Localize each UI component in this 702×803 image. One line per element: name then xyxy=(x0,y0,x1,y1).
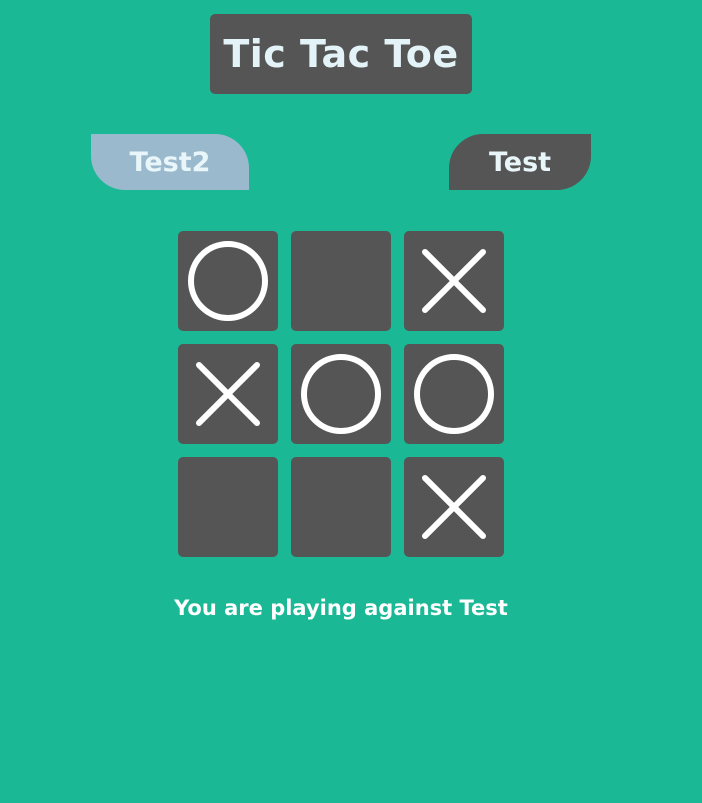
x-mark-icon xyxy=(196,362,260,426)
board-cell-2-2[interactable] xyxy=(291,344,391,444)
board-cell-1-3[interactable] xyxy=(404,231,504,331)
board-cell-2-3[interactable] xyxy=(404,344,504,444)
x-mark-icon xyxy=(422,249,486,313)
game-board xyxy=(178,231,504,557)
board-cell-2-1[interactable] xyxy=(178,344,278,444)
o-mark-icon xyxy=(188,241,268,321)
o-mark-icon xyxy=(414,354,494,434)
board-cell-1-1[interactable] xyxy=(178,231,278,331)
board-cell-3-1[interactable] xyxy=(178,457,278,557)
o-mark-icon xyxy=(301,354,381,434)
board-cell-3-2[interactable] xyxy=(291,457,391,557)
player-badge-left: Test2 xyxy=(91,134,249,190)
status-message: You are playing against Test xyxy=(174,596,508,620)
board-cell-1-2[interactable] xyxy=(291,231,391,331)
game-title: Tic Tac Toe xyxy=(210,14,472,94)
x-mark-icon xyxy=(422,475,486,539)
board-cell-3-3[interactable] xyxy=(404,457,504,557)
player-badge-right: Test xyxy=(449,134,591,190)
